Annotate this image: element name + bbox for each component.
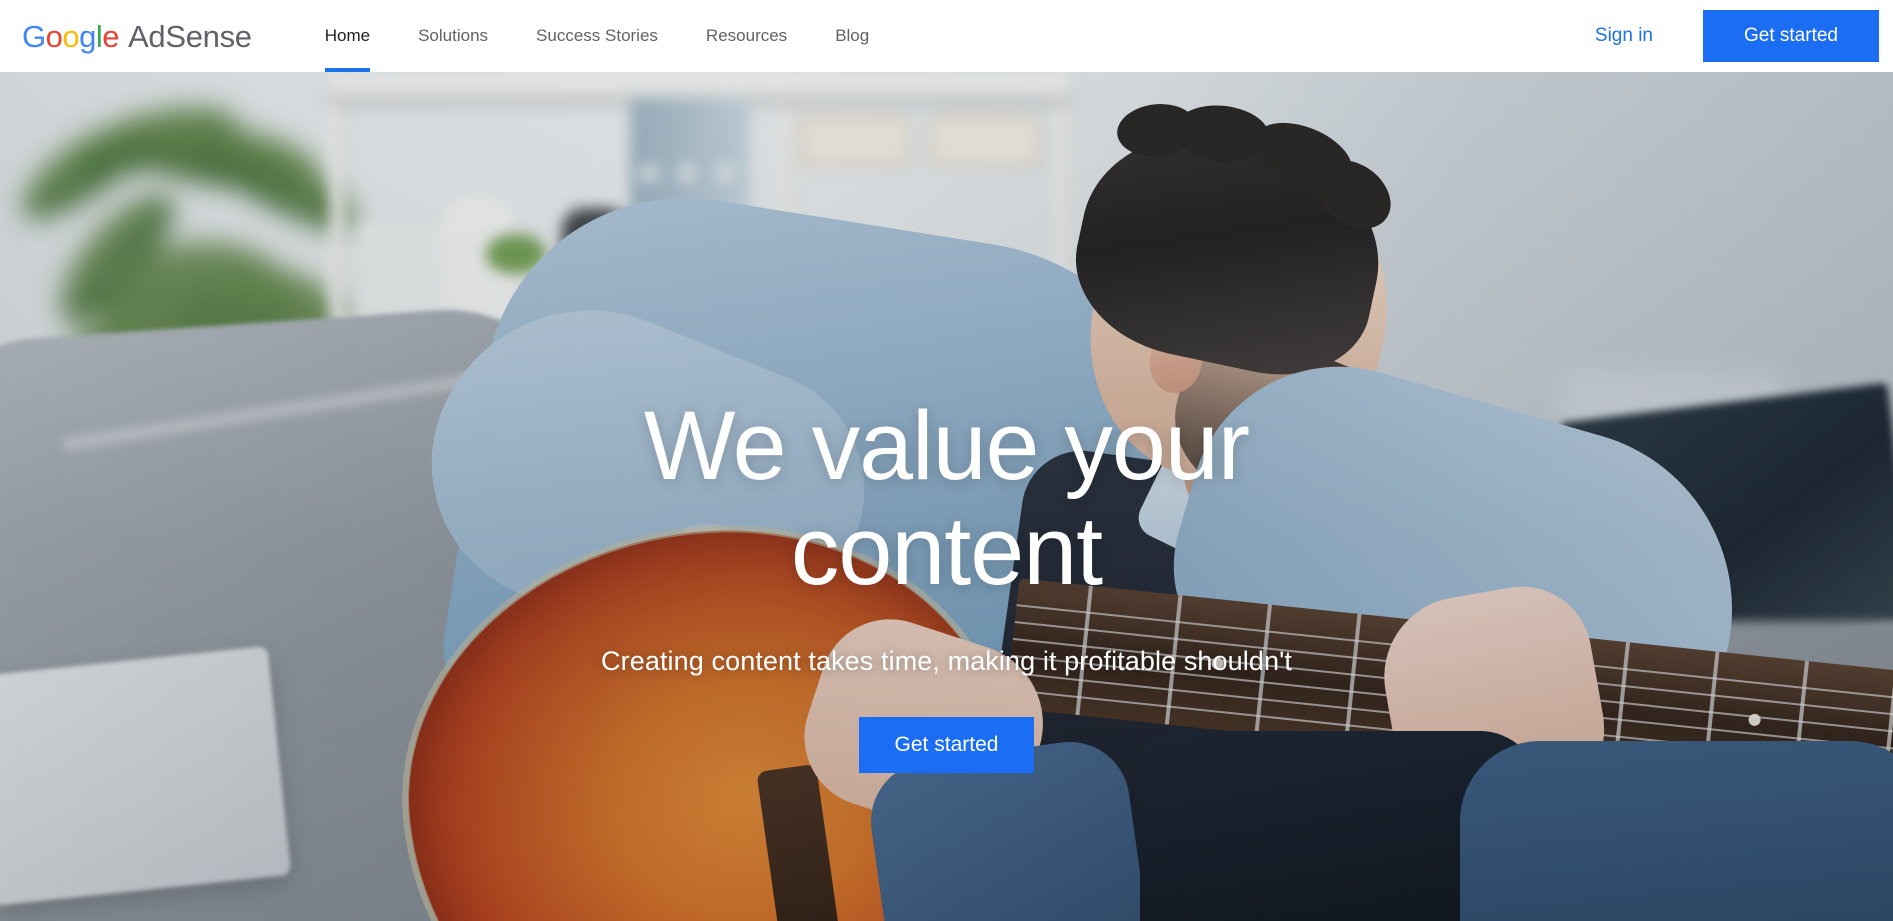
nav-label-success-stories: Success Stories [536, 26, 658, 45]
jeans-right-leg [1460, 741, 1893, 921]
product-name: AdSense [128, 18, 252, 54]
hero-get-started-button[interactable]: Get started [859, 716, 1034, 773]
primary-nav: Home Solutions Success Stories Resources… [301, 0, 893, 72]
nav-label-blog: Blog [835, 26, 870, 45]
logo-letter-o2: o [62, 18, 80, 54]
sign-in-link[interactable]: Sign in [1569, 0, 1679, 72]
header-actions: Sign in Get started [1569, 0, 1893, 72]
nav-item-home[interactable]: Home [301, 0, 394, 72]
nav-item-blog[interactable]: Blog [811, 0, 893, 72]
logo-letter-g1: G [22, 18, 46, 54]
hero-background-image [0, 72, 1893, 921]
nav-item-success-stories[interactable]: Success Stories [512, 0, 682, 72]
nav-item-solutions[interactable]: Solutions [394, 0, 512, 72]
logo-letter-o1: o [45, 18, 63, 54]
nav-label-home: Home [324, 26, 371, 45]
nav-label-solutions: Solutions [418, 26, 489, 45]
logo-letter-e: e [102, 18, 120, 54]
logo-letter-g2: g [79, 18, 96, 54]
hero-section: We value your content Creating content t… [0, 72, 1893, 921]
site-header: Google AdSense Home Solutions Success St… [0, 0, 1893, 72]
google-wordmark: Google [22, 18, 120, 54]
nav-item-resources[interactable]: Resources [682, 0, 811, 72]
header-get-started-button[interactable]: Get started [1703, 10, 1879, 62]
brand-logo[interactable]: Google AdSense [0, 0, 252, 72]
nav-label-resources: Resources [705, 26, 788, 45]
